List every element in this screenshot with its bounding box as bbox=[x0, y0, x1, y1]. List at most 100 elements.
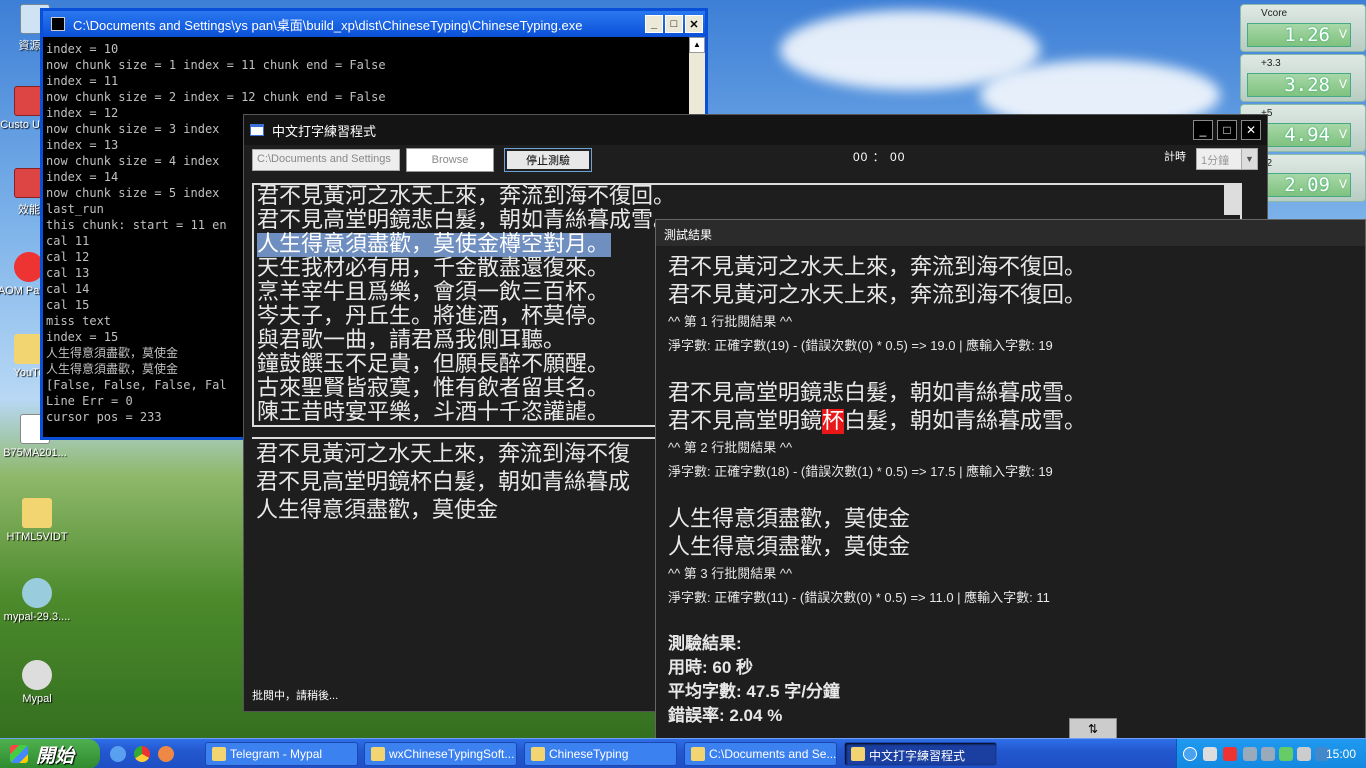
typed-line: 人生得意須盡歡，莫使金 bbox=[668, 534, 1355, 562]
timer-label: 計時 bbox=[1164, 151, 1186, 163]
browser-icon[interactable] bbox=[158, 746, 174, 762]
taskbar-button[interactable]: Telegram - Mypal bbox=[205, 742, 358, 766]
close-button[interactable]: ✕ bbox=[1241, 120, 1261, 140]
clock[interactable]: 15:00 bbox=[1326, 747, 1356, 761]
timer-select[interactable]: 1分鐘 ▼ bbox=[1196, 148, 1258, 170]
source-line: 鐘鼓饌玉不足貴，但願長醉不願醒。 bbox=[257, 352, 610, 377]
typed-correct-text: 白髮，朝如青絲暮成雪。 bbox=[844, 409, 1087, 434]
desktop-icon-html5vidt[interactable]: HTML5VIDT bbox=[2, 498, 72, 543]
source-line: 天生我材必有用，千金散盡還復來。 bbox=[257, 256, 610, 281]
tray-network-icon[interactable] bbox=[1243, 747, 1257, 761]
console-title: C:\Documents and Settings\ys pan\桌面\buil… bbox=[73, 17, 583, 33]
time-used: 用時: 60 秒 bbox=[668, 658, 754, 677]
voltage-gadget-3v3: +3.3 3.28 V bbox=[1240, 54, 1366, 102]
taskbar: 開始 Telegram - Mypal wxChineseTypingSoft..… bbox=[0, 738, 1366, 768]
console-icon bbox=[51, 17, 65, 31]
ie-icon[interactable] bbox=[110, 746, 126, 762]
summary-title: 測驗結果: bbox=[668, 634, 742, 653]
window-icon bbox=[212, 747, 226, 761]
source-line: 陳王昔時宴平樂，斗酒十千恣讙謔。 bbox=[257, 400, 610, 425]
tray-app-icon[interactable] bbox=[1279, 747, 1293, 761]
results-body: 君不見黃河之水天上來，奔流到海不復回。 君不見黃河之水天上來，奔流到海不復回。 ^^… bbox=[668, 254, 1355, 738]
window-icon bbox=[691, 747, 705, 761]
typed-line: 君不見高堂明鏡杯白髮，朝如青絲暮成雪。 bbox=[668, 408, 1355, 436]
folder-icon bbox=[22, 498, 52, 528]
scroll-up-icon[interactable]: ▲ bbox=[689, 37, 705, 53]
source-scrollbar[interactable] bbox=[1224, 185, 1240, 215]
line-result-caption: ^^ 第 3 行批閱結果 ^^ bbox=[668, 566, 793, 581]
source-line: 與君歌一曲，請君爲我側耳聽。 bbox=[257, 328, 566, 353]
results-titlebar[interactable]: 測試結果 bbox=[656, 220, 1365, 246]
chevron-down-icon[interactable]: ▼ bbox=[1241, 149, 1257, 169]
tray-volume-icon[interactable] bbox=[1297, 747, 1311, 761]
ime-toggle-icon[interactable]: ⇅ bbox=[1069, 718, 1117, 740]
console-line: index = 11 bbox=[46, 74, 119, 88]
timer-select-value: 1分鐘 bbox=[1201, 155, 1230, 167]
results-window[interactable]: 測試結果 君不見黃河之水天上來，奔流到海不復回。 君不見黃河之水天上來，奔流到海不… bbox=[655, 219, 1366, 740]
voltage-gadget-vcore: Vcore 1.26 V bbox=[1240, 4, 1366, 52]
console-line: now chunk size = 2 index = 12 chunk end … bbox=[46, 90, 386, 104]
windows-logo-icon bbox=[10, 745, 28, 763]
app-window-icon bbox=[250, 124, 264, 136]
window-icon bbox=[531, 747, 545, 761]
typed-correct-text: 君不見黃河之水天上來，奔流到海不復回。 bbox=[668, 283, 1087, 308]
tray-app-icon[interactable] bbox=[1203, 747, 1217, 761]
tray-network-icon[interactable] bbox=[1261, 747, 1275, 761]
source-line-row: 君不見黃河之水天上來，奔流到海不復回。 bbox=[257, 185, 1237, 209]
taskbar-button[interactable]: ChineseTyping bbox=[524, 742, 677, 766]
line-score: 淨字數: 正確字數(19) - (錯誤次數(0) * 0.5) => 19.0 … bbox=[668, 338, 1053, 353]
error-character: 杯 bbox=[822, 409, 845, 434]
result-block: 君不見高堂明鏡悲白髮，朝如青絲暮成雪。 君不見高堂明鏡杯白髮，朝如青絲暮成雪。 ^^… bbox=[668, 380, 1355, 484]
browse-button[interactable]: Browse bbox=[406, 148, 494, 172]
gadget-unit: V bbox=[1338, 177, 1347, 191]
average-speed: 平均字數: 47.5 字/分鐘 bbox=[668, 682, 840, 701]
gadget-label: +3.3 bbox=[1261, 58, 1281, 69]
start-button[interactable]: 開始 bbox=[0, 739, 100, 768]
installer-icon bbox=[22, 578, 52, 608]
expected-line: 君不見高堂明鏡悲白髮，朝如青絲暮成雪。 bbox=[668, 381, 1087, 406]
error-rate: 錯誤率: 2.04 % bbox=[668, 706, 783, 725]
typed-correct-text: 人生得意須盡歡，莫使金 bbox=[668, 535, 911, 560]
timer-display: 00 ： 00 bbox=[853, 150, 906, 164]
gadget-value: 3.28 bbox=[1247, 73, 1351, 97]
app-title: 中文打字練習程式 bbox=[272, 123, 377, 139]
chrome-icon[interactable] bbox=[134, 746, 150, 762]
current-line-highlight: 人生得意須盡歡，莫使金樽空對月。 bbox=[257, 232, 612, 257]
console-line: index = 10 bbox=[46, 42, 119, 56]
result-block: 人生得意須盡歡，莫使金 人生得意須盡歡，莫使金 ^^ 第 3 行批閱結果 ^^ 淨字數… bbox=[668, 506, 1355, 610]
expected-line: 君不見黃河之水天上來，奔流到海不復回。 bbox=[668, 255, 1087, 280]
gadget-unit: V bbox=[1338, 27, 1347, 41]
desktop-icon-mypal[interactable]: Mypal bbox=[2, 660, 72, 705]
stop-test-button[interactable]: 停止測驗 bbox=[504, 148, 592, 172]
file-path-input[interactable]: C:\Documents and Settings bbox=[252, 149, 400, 171]
results-title: 測試結果 bbox=[664, 228, 713, 242]
typed-correct-text: 君不見高堂明鏡 bbox=[668, 409, 823, 434]
maximize-button[interactable]: □ bbox=[1217, 120, 1237, 140]
taskbar-button[interactable]: 中文打字練習程式 bbox=[844, 742, 997, 766]
taskbar-button[interactable]: C:\Documents and Se... bbox=[684, 742, 837, 766]
maximize-button[interactable]: □ bbox=[665, 15, 683, 33]
line-score: 淨字數: 正確字數(11) - (錯誤次數(0) * 0.5) => 11.0 … bbox=[668, 590, 1050, 605]
taskbar-button[interactable]: wxChineseTypingSoft... bbox=[364, 742, 517, 766]
line-result-caption: ^^ 第 1 行批閱結果 ^^ bbox=[668, 314, 793, 329]
gadget-unit: V bbox=[1338, 127, 1347, 141]
start-label: 開始 bbox=[36, 745, 75, 767]
tray-shield-icon[interactable] bbox=[1223, 747, 1237, 761]
app-titlebar[interactable]: 中文打字練習程式 _ □ ✕ bbox=[244, 115, 1267, 145]
window-icon bbox=[371, 747, 385, 761]
minimize-button[interactable]: _ bbox=[1193, 120, 1213, 140]
source-line: 岑夫子，丹丘生。將進酒，杯莫停。 bbox=[257, 304, 610, 329]
source-line: 烹羊宰牛且爲樂，會須一飲三百杯。 bbox=[257, 280, 610, 305]
close-button[interactable]: ✕ bbox=[685, 15, 703, 33]
system-tray: 15:00 bbox=[1176, 739, 1366, 768]
typed-line: 君不見黃河之水天上來，奔流到海不復回。 bbox=[668, 282, 1355, 310]
gadget-unit: V bbox=[1338, 77, 1347, 91]
desktop-icon-mypal-installer[interactable]: mypal-29.3.... bbox=[2, 578, 72, 623]
console-titlebar[interactable]: C:\Documents and Settings\ys pan\桌面\buil… bbox=[43, 11, 705, 37]
minimize-button[interactable]: _ bbox=[645, 15, 663, 33]
tray-arrow-icon[interactable] bbox=[1183, 747, 1197, 761]
raccoon-icon bbox=[22, 660, 52, 690]
